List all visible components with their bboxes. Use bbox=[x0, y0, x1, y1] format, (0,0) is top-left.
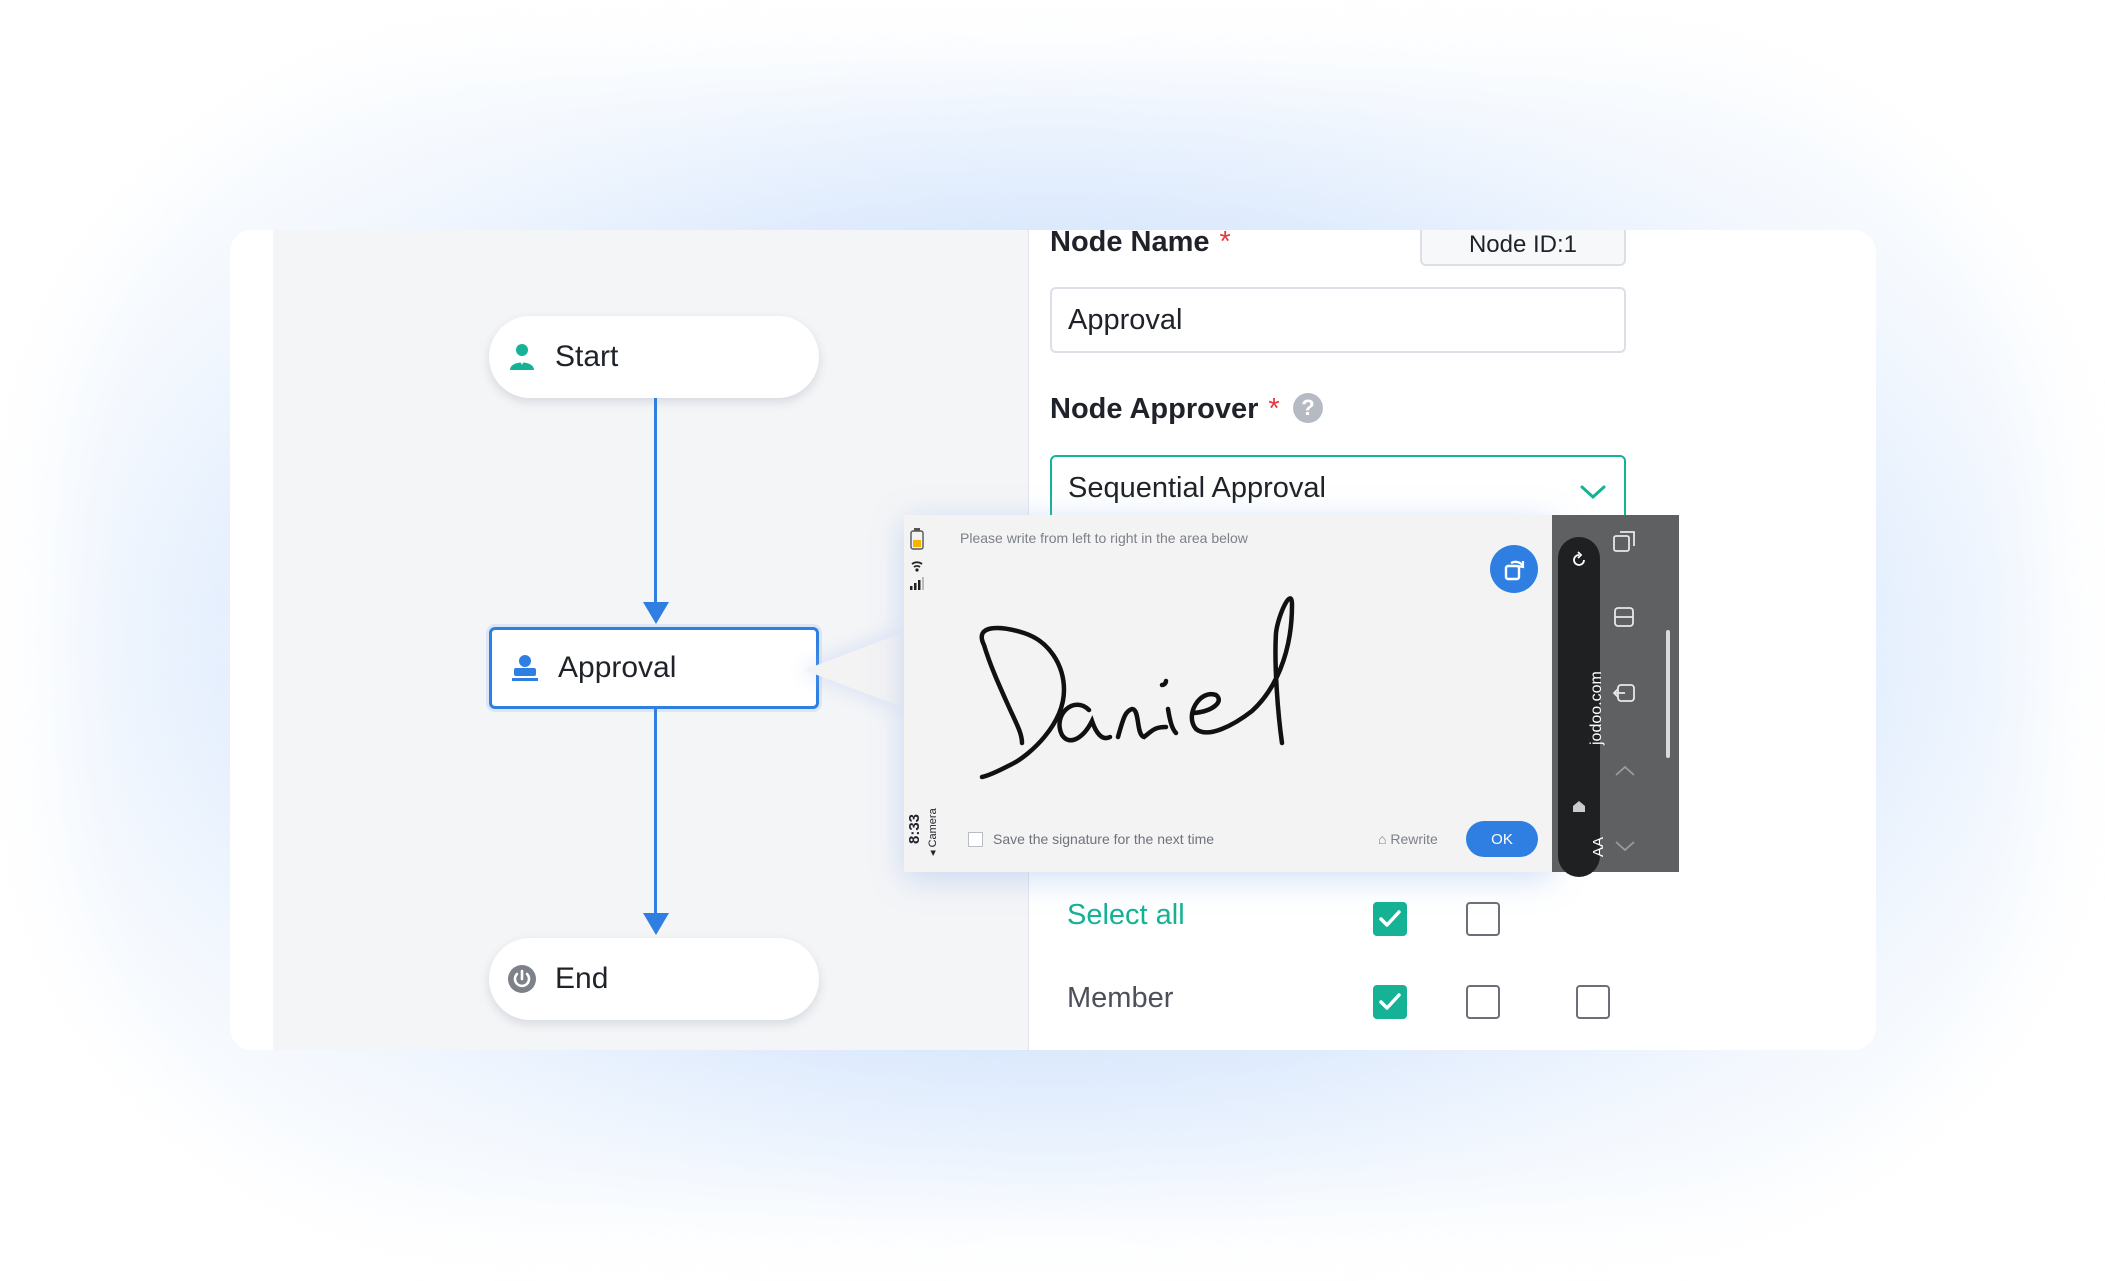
member-checkbox-1[interactable] bbox=[1373, 985, 1407, 1019]
address-bar[interactable]: jodoo.com AA bbox=[1558, 537, 1607, 877]
scrollbar[interactable] bbox=[1666, 630, 1670, 758]
save-signature-option[interactable]: Save the signature for the next time bbox=[968, 831, 1214, 847]
signature-pad: Please write from left to right in the a… bbox=[904, 515, 1552, 872]
flow-node-end[interactable]: End bbox=[489, 938, 819, 1020]
approver-type-select[interactable]: Sequential Approval bbox=[1050, 455, 1626, 521]
reload-icon[interactable] bbox=[1570, 551, 1588, 569]
select-all-label[interactable]: Select all bbox=[1067, 899, 1185, 932]
chevron-down-icon[interactable] bbox=[1612, 833, 1638, 859]
approver-stamp-icon bbox=[510, 653, 540, 683]
home-icon[interactable] bbox=[1572, 799, 1586, 813]
node-name-input[interactable]: Approval bbox=[1050, 287, 1626, 353]
handwritten-signature[interactable] bbox=[904, 515, 1552, 872]
flow-node-approval[interactable]: Approval bbox=[489, 627, 819, 709]
member-checkbox-3[interactable] bbox=[1576, 985, 1610, 1019]
eraser-icon: ⌂ bbox=[1378, 831, 1391, 847]
phone-status-bar: 8:33 ◂ Camera bbox=[906, 524, 939, 864]
required-mark: * bbox=[1219, 230, 1231, 258]
chevron-up-icon[interactable] bbox=[1612, 759, 1638, 785]
flow-arrow bbox=[643, 602, 669, 624]
node-approver-label: Node Approver * bbox=[1050, 393, 1280, 425]
flow-edge bbox=[654, 709, 657, 919]
node-id-badge: Node ID:1 bbox=[1420, 230, 1626, 266]
mobile-browser-toolbar: jodoo.com AA bbox=[1552, 515, 1679, 877]
share-icon[interactable] bbox=[1612, 681, 1638, 707]
help-icon[interactable]: ? bbox=[1293, 393, 1323, 423]
chevron-down-icon bbox=[1580, 475, 1606, 508]
status-time: 8:33 bbox=[906, 813, 923, 844]
wifi-icon bbox=[911, 561, 923, 572]
required-mark: * bbox=[1268, 393, 1280, 425]
signal-icon bbox=[910, 577, 924, 590]
flow-arrow bbox=[643, 913, 669, 935]
status-app-back[interactable]: ◂ Camera bbox=[926, 808, 939, 856]
flow-node-start[interactable]: Start bbox=[489, 316, 819, 398]
flow-node-approval-label: Approval bbox=[558, 651, 677, 684]
bookmarks-icon[interactable] bbox=[1612, 605, 1638, 631]
approver-type-value: Sequential Approval bbox=[1068, 471, 1326, 504]
battery-icon bbox=[910, 528, 924, 550]
user-icon bbox=[507, 342, 537, 372]
select-all-checkbox-1[interactable] bbox=[1373, 902, 1407, 936]
power-icon bbox=[507, 964, 537, 994]
flow-node-start-label: Start bbox=[555, 340, 619, 373]
member-label: Member bbox=[1067, 982, 1174, 1014]
url-text[interactable]: jodoo.com bbox=[1588, 671, 1606, 745]
callout-pointer bbox=[804, 632, 904, 708]
select-all-checkbox-2[interactable] bbox=[1466, 902, 1500, 936]
save-signature-label: Save the signature for the next time bbox=[993, 831, 1215, 847]
flow-edge bbox=[654, 398, 657, 608]
member-checkbox-2[interactable] bbox=[1466, 985, 1500, 1019]
tabs-icon[interactable] bbox=[1612, 529, 1638, 555]
save-signature-checkbox[interactable] bbox=[968, 831, 983, 847]
text-size-button[interactable]: AA bbox=[1590, 837, 1607, 857]
node-name-label: Node Name * bbox=[1050, 230, 1231, 259]
rewrite-button[interactable]: ⌂ Rewrite bbox=[1378, 831, 1438, 847]
ok-button[interactable]: OK bbox=[1466, 821, 1538, 857]
flow-node-end-label: End bbox=[555, 962, 609, 995]
